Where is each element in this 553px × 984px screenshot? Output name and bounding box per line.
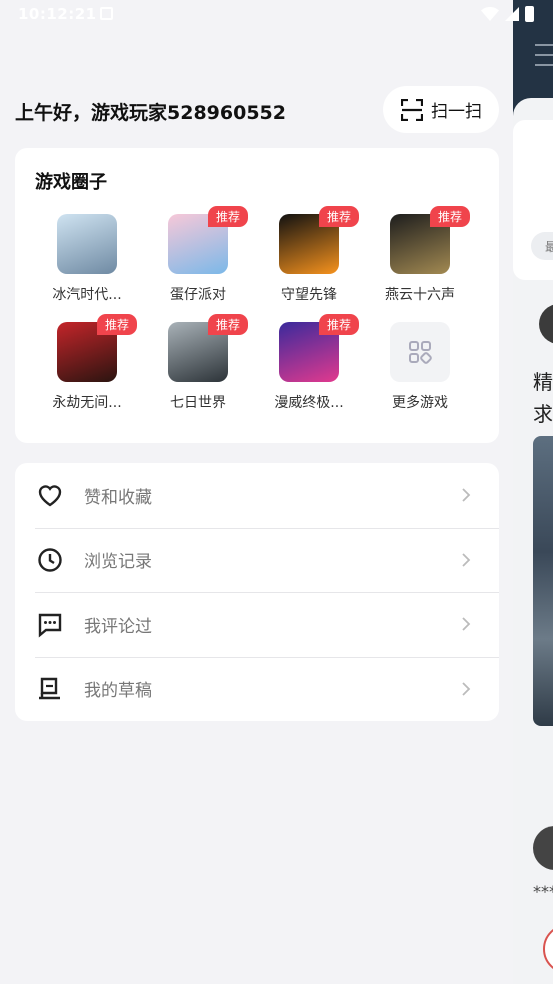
- game-item[interactable]: 推荐七日世界: [143, 314, 253, 412]
- recommend-badge: 推荐: [429, 206, 470, 227]
- menu-item-label: 赞和收藏: [84, 487, 152, 508]
- wifi-icon: [481, 7, 499, 21]
- greeting-text: 上午好，游戏玩家528960552: [15, 102, 286, 124]
- game-artwork: [57, 214, 117, 274]
- game-icon: 推荐: [390, 206, 470, 274]
- game-item[interactable]: 推荐漫威终极...: [254, 314, 364, 412]
- game-item[interactable]: 推荐蛋仔派对: [143, 206, 253, 304]
- game-icon: 推荐: [279, 314, 359, 382]
- menu-item-label: 浏览记录: [84, 552, 152, 572]
- menu-item-label: 我的草稿: [84, 681, 152, 701]
- my-comments-item[interactable]: 我评论过: [35, 592, 499, 656]
- scan-label: 扫一扫: [431, 102, 482, 122]
- browse-history-item[interactable]: 浏览记录: [35, 528, 499, 592]
- game-item[interactable]: 推荐燕云十六声: [365, 206, 475, 304]
- game-name: 燕云十六声: [385, 287, 455, 303]
- side-drawer: 上午好，游戏玩家528960552 扫一扫 游戏圈子 冰汽时代... 推荐 蛋仔派对…: [0, 0, 513, 984]
- recommend-badge: 推荐: [207, 314, 248, 335]
- background-screen: 最 精 求 ***: [513, 0, 553, 984]
- notification-icon: [100, 7, 113, 20]
- more-games-item[interactable]: 更多游戏: [365, 322, 475, 412]
- game-item[interactable]: 推荐守望先锋: [254, 206, 364, 304]
- likes-favorites-item[interactable]: 赞和收藏: [35, 463, 499, 527]
- section-title: 游戏圈子: [35, 172, 107, 193]
- game-icon: 推荐: [168, 206, 248, 274]
- more-games-icon: [390, 322, 450, 382]
- game-item[interactable]: 推荐永劫无间...: [32, 314, 142, 412]
- game-name: 蛋仔派对: [170, 287, 226, 303]
- game-name: 守望先锋: [281, 287, 337, 303]
- comment-icon: [35, 609, 65, 639]
- grid-icon: [409, 341, 432, 364]
- game-name: 永劫无间...: [52, 395, 122, 411]
- chevron-right-icon: [462, 552, 471, 567]
- menu-card: 赞和收藏浏览记录我评论过我的草稿: [15, 463, 499, 721]
- heart-icon: [35, 480, 65, 510]
- game-icon: 推荐: [57, 314, 137, 382]
- chevron-right-icon: [462, 617, 471, 631]
- chevron-right-icon: [462, 681, 471, 696]
- game-name: 更多游戏: [392, 395, 448, 411]
- draft-icon: [35, 674, 65, 704]
- background-masked-text: ***: [533, 882, 553, 901]
- background-text-1: 精: [533, 370, 553, 394]
- background-text-2: 求: [533, 402, 553, 426]
- game-icon: 推荐: [168, 314, 248, 382]
- scan-icon: [401, 98, 423, 121]
- game-icon: 推荐: [279, 206, 359, 274]
- chevron-right-icon: [462, 488, 471, 502]
- status-time: 10:12:21: [18, 5, 97, 23]
- background-chip[interactable]: 最: [531, 232, 553, 260]
- signal-icon: [505, 7, 519, 21]
- status-bar: 10:12:21: [0, 0, 553, 30]
- menu-item-label: 我评论过: [84, 616, 152, 637]
- game-item[interactable]: 冰汽时代...: [32, 214, 142, 304]
- recommend-badge: 推荐: [96, 314, 137, 335]
- recommend-badge: 推荐: [318, 314, 359, 335]
- game-circle-card: 游戏圈子 冰汽时代... 推荐 蛋仔派对 推荐 守望先锋 推荐 燕云十六声 推荐 永劫无间...…: [15, 148, 499, 443]
- scan-button[interactable]: 扫一扫: [383, 86, 499, 133]
- battery-icon: [525, 6, 534, 22]
- recommend-badge: 推荐: [207, 206, 248, 227]
- clock-icon: [35, 545, 65, 575]
- background-post-image[interactable]: [533, 436, 553, 726]
- hamburger-icon[interactable]: [535, 44, 553, 74]
- my-drafts-item[interactable]: 我的草稿: [35, 657, 499, 721]
- game-name: 漫威终极...: [274, 395, 344, 411]
- game-name: 冰汽时代...: [52, 287, 122, 303]
- recommend-badge: 推荐: [318, 206, 359, 227]
- game-icon: [57, 214, 117, 274]
- game-name: 七日世界: [170, 395, 226, 411]
